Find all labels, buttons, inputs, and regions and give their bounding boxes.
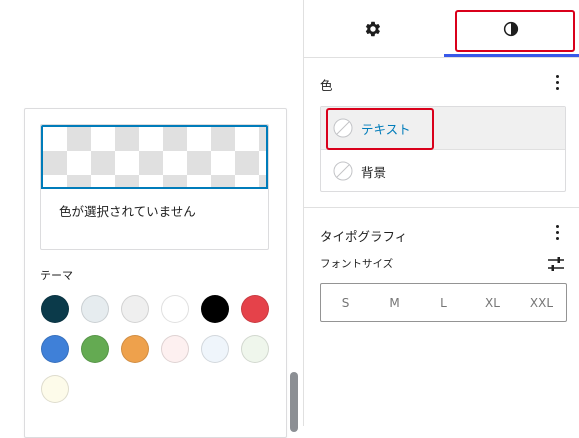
tab-settings[interactable] — [304, 0, 442, 57]
panel-divider — [304, 207, 579, 208]
transparent-color-preview[interactable] — [41, 125, 268, 189]
palette-color-light-gray[interactable] — [121, 295, 149, 323]
palette-color-dark-teal[interactable] — [41, 295, 69, 323]
font-size-xl[interactable]: XL — [468, 284, 517, 321]
color-item-background-label: 背景 — [361, 164, 387, 180]
font-size-s[interactable]: S — [321, 284, 370, 321]
palette-color-white[interactable] — [161, 295, 189, 323]
font-size-picker: S M L XL XXL — [320, 283, 567, 322]
color-preview-card: 色が選択されていません — [40, 124, 269, 250]
palette-color-pale-pink[interactable] — [161, 335, 189, 363]
no-color-selected-text: 色が選択されていません — [59, 204, 196, 219]
font-size-m[interactable]: M — [370, 284, 419, 321]
palette-color-pale-green[interactable] — [241, 335, 269, 363]
typography-panel-options-icon[interactable] — [550, 222, 564, 242]
font-size-label: フォントサイズ — [320, 258, 394, 270]
no-color-icon — [333, 161, 353, 181]
sliders-icon[interactable] — [547, 256, 565, 272]
palette-color-light-gray-blue[interactable] — [81, 295, 109, 323]
gear-icon — [365, 21, 381, 36]
color-item-background[interactable]: 背景 — [321, 150, 565, 192]
text-item-highlight — [326, 108, 434, 150]
font-size-xxl[interactable]: XXL — [517, 284, 566, 321]
palette-color-green[interactable] — [81, 335, 109, 363]
palette-color-cream[interactable] — [41, 375, 69, 403]
palette-color-red[interactable] — [241, 295, 269, 323]
popover-scrollbar[interactable] — [290, 372, 298, 432]
palette-color-blue[interactable] — [41, 335, 69, 363]
theme-palette-label: テーマ — [40, 269, 73, 282]
typography-panel-title: タイポグラフィ — [320, 229, 408, 244]
palette-color-pale-blue[interactable] — [201, 335, 229, 363]
tabs-divider — [304, 57, 579, 58]
font-size-l[interactable]: L — [419, 284, 468, 321]
palette-color-orange[interactable] — [121, 335, 149, 363]
palette-color-black[interactable] — [201, 295, 229, 323]
color-panel-options-icon[interactable] — [550, 72, 564, 92]
settings-sidebar — [303, 0, 579, 426]
styles-tab-highlight — [455, 10, 575, 52]
color-panel-title: 色 — [320, 78, 333, 93]
